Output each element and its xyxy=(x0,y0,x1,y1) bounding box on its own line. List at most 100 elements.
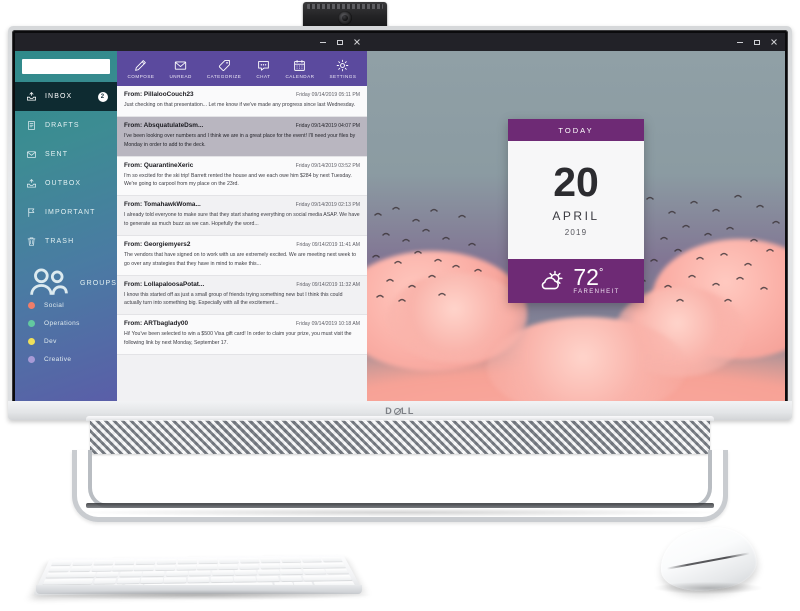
key[interactable] xyxy=(259,563,281,569)
keyboard-shadow xyxy=(30,590,370,600)
key[interactable] xyxy=(238,563,260,570)
chat-label: CHAT xyxy=(256,73,271,79)
message-date: Friday 09/14/2019 11:32 AM xyxy=(296,281,360,288)
key[interactable] xyxy=(112,565,134,572)
key[interactable] xyxy=(188,570,211,577)
key[interactable] xyxy=(155,564,176,571)
key[interactable] xyxy=(233,576,257,583)
key[interactable] xyxy=(279,569,304,575)
sidebar-group-operations[interactable]: Operations xyxy=(15,314,117,332)
sidebar-item-important[interactable]: IMPORTANT xyxy=(15,198,117,227)
key[interactable] xyxy=(211,570,234,576)
key-tab[interactable] xyxy=(45,572,96,579)
sidebar-item-trash[interactable]: TRASH xyxy=(15,227,117,256)
key[interactable] xyxy=(114,559,136,565)
key[interactable] xyxy=(300,557,323,563)
sent-icon xyxy=(26,151,37,158)
search-input[interactable] xyxy=(28,63,106,70)
key[interactable] xyxy=(187,576,210,583)
compose-button[interactable]: COMPOSE xyxy=(127,59,154,79)
key-enter[interactable] xyxy=(302,574,353,582)
unread-button[interactable]: UNREAD xyxy=(169,59,191,79)
key[interactable] xyxy=(165,570,188,577)
sidebar-item-drafts[interactable]: DRAFTS xyxy=(15,111,117,140)
key[interactable] xyxy=(91,565,113,572)
table-row[interactable]: From: LollapaloosaPotat... Friday 09/14/… xyxy=(117,276,367,316)
calendar-year: 2019 xyxy=(564,228,588,238)
key[interactable] xyxy=(280,557,302,563)
key[interactable] xyxy=(69,566,92,572)
key[interactable] xyxy=(118,571,142,578)
key[interactable] xyxy=(142,571,165,577)
key[interactable] xyxy=(197,564,218,570)
sidebar-group-dev[interactable]: Dev xyxy=(15,332,117,350)
key[interactable] xyxy=(218,564,239,570)
sidebar-group-creative[interactable]: Creative xyxy=(15,350,117,368)
key[interactable] xyxy=(279,575,304,582)
categorize-button[interactable]: CATEGORIZE xyxy=(207,59,242,79)
table-row[interactable]: From: Georgiemyers2 Friday 09/14/2019 11… xyxy=(117,235,367,276)
key[interactable] xyxy=(140,577,164,584)
close-icon[interactable] xyxy=(770,38,778,46)
message-date: Friday 09/14/2019 04:07 PM xyxy=(295,122,360,129)
key[interactable] xyxy=(321,556,343,563)
key[interactable] xyxy=(259,557,281,563)
email-message-list[interactable]: From: PillalooCouch23 Friday 09/14/2019 … xyxy=(117,86,367,401)
calendar-month: APRIL xyxy=(552,209,600,224)
calendar-button[interactable]: CALENDAR xyxy=(285,59,314,79)
maximize-icon[interactable] xyxy=(753,38,761,46)
key[interactable] xyxy=(198,558,219,564)
search-container xyxy=(15,53,117,82)
key[interactable] xyxy=(218,558,239,564)
key[interactable] xyxy=(48,566,71,572)
maximize-icon[interactable] xyxy=(336,38,344,46)
key-caps[interactable] xyxy=(42,578,94,585)
table-row[interactable]: From: QuarantineXeric Friday 09/14/2019 … xyxy=(117,156,367,197)
key[interactable] xyxy=(302,568,327,575)
mouse-button-split xyxy=(666,552,750,570)
minimize-icon[interactable] xyxy=(319,38,327,46)
key[interactable] xyxy=(280,563,302,569)
key[interactable] xyxy=(116,577,140,584)
table-row[interactable]: From: ARTbaglady00 Friday 09/14/2019 10:… xyxy=(117,315,367,355)
close-icon[interactable] xyxy=(353,38,361,46)
table-row[interactable]: From: PillalooCouch23 Friday 09/14/2019 … xyxy=(117,86,367,117)
minimize-icon[interactable] xyxy=(736,38,744,46)
message-sender: From: TomahawkWoma... xyxy=(124,201,201,209)
calendar-widget-header: TODAY xyxy=(508,119,644,141)
key[interactable] xyxy=(239,557,260,564)
product-photo-scene: INBOX 2 DRAFTS SENT OUTBOX IMPORTANT TRA… xyxy=(0,0,800,611)
message-snippet: I already told everyone to make sure tha… xyxy=(124,212,360,228)
key[interactable] xyxy=(176,564,197,571)
temperature-value-row: 72 ° xyxy=(573,265,603,288)
key[interactable] xyxy=(210,576,234,583)
sidebar-groups-header[interactable]: GROUPS xyxy=(15,268,117,296)
settings-button[interactable]: SETTINGS xyxy=(329,59,356,79)
inbox-icon xyxy=(26,92,37,101)
key[interactable] xyxy=(93,578,117,585)
key[interactable] xyxy=(234,569,258,576)
key[interactable] xyxy=(51,560,73,566)
key[interactable] xyxy=(164,577,187,584)
sidebar-item-sent[interactable]: SENT xyxy=(15,140,117,169)
key[interactable] xyxy=(93,559,115,566)
sidebar-item-inbox[interactable]: INBOX 2 xyxy=(15,82,117,111)
key[interactable] xyxy=(95,571,119,578)
sidebar-item-outbox[interactable]: OUTBOX xyxy=(15,169,117,198)
key[interactable] xyxy=(72,560,94,566)
key[interactable] xyxy=(133,565,155,571)
key[interactable] xyxy=(135,559,156,565)
group-dot-social xyxy=(28,301,35,309)
table-row[interactable]: From: AbsquatulateDsm... Friday 09/14/20… xyxy=(117,116,367,157)
key[interactable] xyxy=(325,568,350,575)
categorize-label: CATEGORIZE xyxy=(206,73,242,79)
table-row[interactable]: From: TomahawkWoma... Friday 09/14/2019 … xyxy=(117,196,367,236)
key[interactable] xyxy=(156,559,177,565)
key[interactable] xyxy=(256,575,280,582)
chat-button[interactable]: CHAT xyxy=(256,59,270,79)
search-box[interactable] xyxy=(22,59,110,74)
key-backspace[interactable] xyxy=(300,562,346,569)
email-window-titlebar xyxy=(15,33,367,51)
key[interactable] xyxy=(177,558,198,565)
key[interactable] xyxy=(257,569,281,576)
